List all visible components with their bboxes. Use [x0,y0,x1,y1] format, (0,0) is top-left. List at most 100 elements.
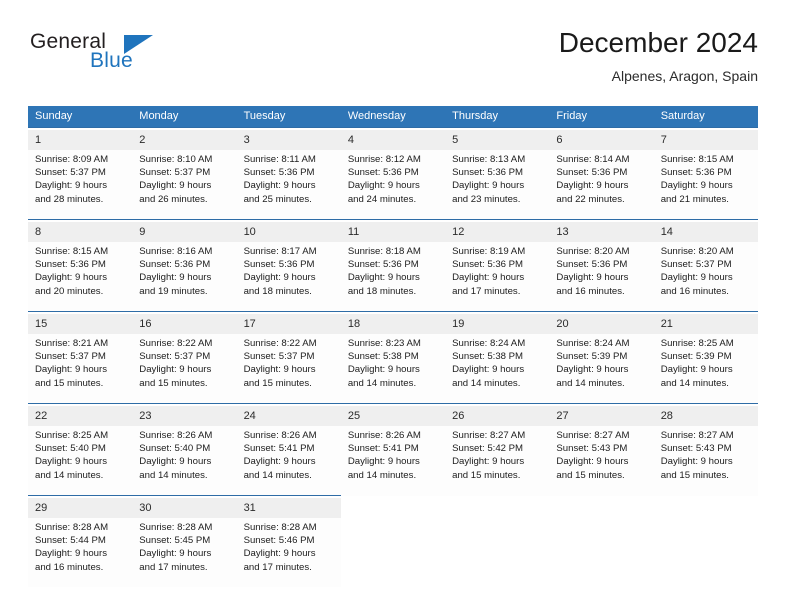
day-details-cell[interactable]: Sunrise: 8:26 AM Sunset: 5:41 PM Daylight:… [340,426,446,496]
day-details-cell[interactable]: Sunrise: 8:24 AM Sunset: 5:39 PM Daylight:… [549,334,654,404]
day-number[interactable]: 21 [653,314,758,334]
day-number[interactable]: 1 [28,130,133,150]
day-number[interactable]: 15 [28,314,133,334]
daylight-text-line1: Daylight: 9 hours [243,364,316,376]
daylight-text-line2: and 19 minutes. [139,285,208,297]
sunset-text: Sunset: 5:43 PM [556,443,628,455]
day-details-cell[interactable]: Sunrise: 8:20 AM Sunset: 5:36 PM Daylight:… [549,242,654,312]
empty-day-cell [445,498,549,518]
day-details-cell[interactable]: Sunrise: 8:13 AM Sunset: 5:36 PM Daylight:… [445,150,550,220]
day-number[interactable]: 31 [236,498,341,518]
day-number[interactable]: 25 [340,406,446,426]
sunrise-text: Sunrise: 8:22 AM [243,338,317,349]
daylight-text-line2: and 28 minutes. [35,193,104,205]
title-block: December 2024 Alpenes, Aragon, Spain [559,26,758,86]
daylight-text-line2: and 18 minutes. [243,285,312,297]
sunset-text: Sunset: 5:41 PM [243,443,315,455]
day-number[interactable]: 18 [340,314,446,334]
day-number[interactable]: 27 [549,406,654,426]
day-number[interactable]: 24 [236,406,341,426]
sunset-text: Sunset: 5:39 PM [660,351,732,363]
day-number[interactable]: 22 [28,406,133,426]
sunset-text: Sunset: 5:42 PM [452,443,524,455]
day-number[interactable]: 5 [445,130,550,150]
day-details-cell[interactable]: Sunrise: 8:16 AM Sunset: 5:36 PM Daylight:… [132,242,237,312]
day-details-cell[interactable]: Sunrise: 8:11 AM Sunset: 5:36 PM Daylight:… [236,150,341,220]
calendar-table: Sunday Monday Tuesday Wednesday Thursday… [28,106,758,587]
sunset-text: Sunset: 5:36 PM [452,167,524,179]
day-number[interactable]: 13 [549,222,654,242]
day-details-cell[interactable]: Sunrise: 8:19 AM Sunset: 5:36 PM Daylight:… [445,242,550,312]
day-details-cell[interactable]: Sunrise: 8:26 AM Sunset: 5:41 PM Daylight:… [236,426,341,496]
day-number[interactable]: 11 [340,222,446,242]
day-details-cell[interactable]: Sunrise: 8:21 AM Sunset: 5:37 PM Daylight:… [28,334,133,404]
day-details-cell[interactable]: Sunrise: 8:22 AM Sunset: 5:37 PM Daylight:… [132,334,237,404]
day-details-cell[interactable]: Sunrise: 8:09 AM Sunset: 5:37 PM Daylight:… [28,150,133,220]
day-number[interactable]: 28 [653,406,758,426]
day-number[interactable]: 9 [132,222,237,242]
day-details-cell[interactable]: Sunrise: 8:28 AM Sunset: 5:44 PM Daylight:… [28,518,133,587]
daylight-text-line2: and 18 minutes. [347,285,417,297]
daylight-text-line1: Daylight: 9 hours [347,456,420,468]
day-details-cell[interactable]: Sunrise: 8:15 AM Sunset: 5:36 PM Daylight:… [653,150,758,220]
sunrise-text: Sunrise: 8:21 AM [35,338,109,349]
weekday-header-sunday: Sunday [28,106,133,128]
daylight-text-line1: Daylight: 9 hours [660,272,733,284]
daylight-text-line2: and 24 minutes. [347,193,417,205]
daylight-text-line2: and 26 minutes. [139,193,208,205]
sunrise-text: Sunrise: 8:27 AM [452,430,526,441]
weekday-header-wednesday: Wednesday [340,106,446,128]
daylight-text-line2: and 23 minutes. [452,193,521,205]
sunrise-text: Sunrise: 8:28 AM [243,522,317,533]
day-number[interactable]: 3 [236,130,341,150]
day-number[interactable]: 23 [132,406,237,426]
daylight-text-line1: Daylight: 9 hours [35,364,107,376]
day-number[interactable]: 17 [236,314,341,334]
day-details-cell[interactable]: Sunrise: 8:10 AM Sunset: 5:37 PM Daylight:… [132,150,237,220]
day-details-cell[interactable]: Sunrise: 8:28 AM Sunset: 5:45 PM Daylight:… [132,518,237,587]
daylight-text-line2: and 16 minutes. [35,561,104,573]
day-details-cell[interactable]: Sunrise: 8:12 AM Sunset: 5:36 PM Daylight:… [340,150,446,220]
day-number[interactable]: 2 [132,130,237,150]
day-number[interactable]: 20 [549,314,654,334]
day-details-cell[interactable]: Sunrise: 8:22 AM Sunset: 5:37 PM Daylight:… [236,334,341,404]
weekday-header-thursday: Thursday [445,106,550,128]
sunrise-text: Sunrise: 8:15 AM [35,246,109,257]
day-number[interactable]: 10 [236,222,341,242]
day-number[interactable]: 19 [445,314,550,334]
day-number[interactable]: 12 [445,222,550,242]
daylight-text-line2: and 14 minutes. [243,469,312,481]
day-details-cell[interactable]: Sunrise: 8:17 AM Sunset: 5:36 PM Daylight:… [236,242,341,312]
sunset-text: Sunset: 5:36 PM [556,167,628,179]
day-number[interactable]: 14 [653,222,758,242]
day-number[interactable]: 8 [28,222,133,242]
day-details-cell[interactable]: Sunrise: 8:14 AM Sunset: 5:36 PM Daylight:… [549,150,654,220]
day-details-cell[interactable]: Sunrise: 8:27 AM Sunset: 5:43 PM Daylight:… [653,426,758,496]
day-number[interactable]: 4 [340,130,446,150]
day-details-cell[interactable]: Sunrise: 8:27 AM Sunset: 5:42 PM Daylight:… [445,426,550,496]
day-details-cell[interactable]: Sunrise: 8:26 AM Sunset: 5:40 PM Daylight:… [132,426,237,496]
day-number[interactable]: 16 [132,314,237,334]
empty-day-cell [341,498,445,518]
day-number[interactable]: 7 [653,130,758,150]
day-number[interactable]: 6 [549,130,654,150]
day-details-cell[interactable]: Sunrise: 8:15 AM Sunset: 5:36 PM Daylight:… [28,242,133,312]
day-number[interactable]: 26 [445,406,550,426]
daylight-text-line1: Daylight: 9 hours [452,456,525,468]
daylight-text-line1: Daylight: 9 hours [243,548,316,560]
day-details-cell[interactable]: Sunrise: 8:24 AM Sunset: 5:38 PM Daylight:… [445,334,550,404]
day-details-row: Sunrise: 8:25 AM Sunset: 5:40 PM Daylight:… [28,426,758,496]
sunrise-text: Sunrise: 8:13 AM [452,154,526,165]
day-details-cell[interactable]: Sunrise: 8:20 AM Sunset: 5:37 PM Daylight:… [653,242,758,312]
day-details-cell[interactable]: Sunrise: 8:25 AM Sunset: 5:39 PM Daylight:… [653,334,758,404]
day-details-cell[interactable]: Sunrise: 8:23 AM Sunset: 5:38 PM Daylight:… [340,334,446,404]
day-details-cell[interactable]: Sunrise: 8:18 AM Sunset: 5:36 PM Daylight:… [340,242,446,312]
day-number[interactable]: 30 [132,498,237,518]
sunrise-text: Sunrise: 8:19 AM [452,246,526,257]
daylight-text-line1: Daylight: 9 hours [139,364,212,376]
day-details-cell[interactable]: Sunrise: 8:28 AM Sunset: 5:46 PM Daylight:… [236,518,341,587]
daylight-text-line1: Daylight: 9 hours [35,272,107,284]
day-details-cell[interactable]: Sunrise: 8:27 AM Sunset: 5:43 PM Daylight:… [549,426,654,496]
day-details-cell[interactable]: Sunrise: 8:25 AM Sunset: 5:40 PM Daylight:… [28,426,133,496]
day-number[interactable]: 29 [28,498,133,518]
